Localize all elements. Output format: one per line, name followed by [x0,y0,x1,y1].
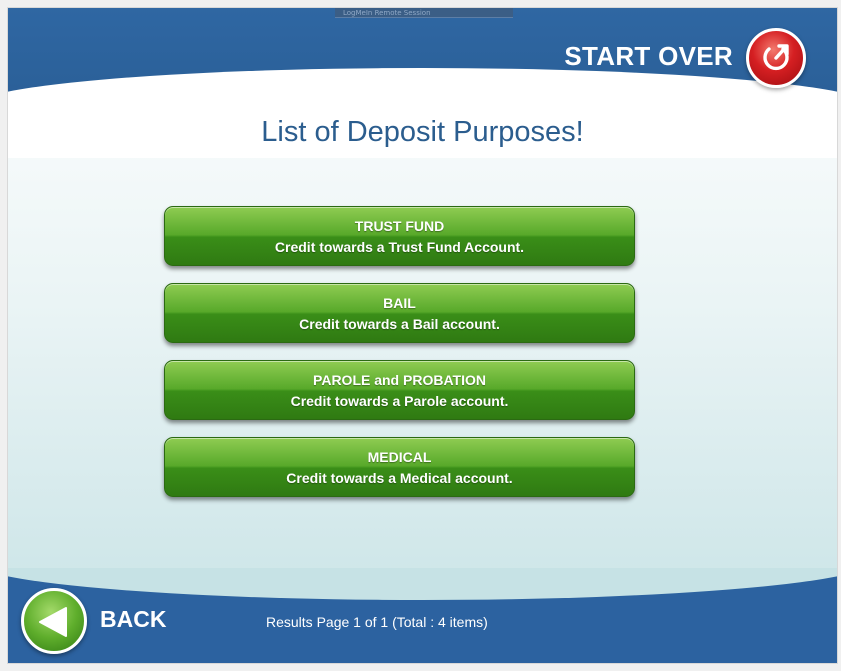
purpose-title: PAROLE and PROBATION [313,372,486,388]
start-over-button[interactable] [746,28,806,88]
purpose-title: BAIL [383,295,416,311]
purpose-description: Credit towards a Trust Fund Account. [274,239,525,255]
kiosk-screen: LogMeIn Remote Session START OVER List o… [8,8,837,663]
left-arrow-icon [39,607,67,637]
remote-session-bar: LogMeIn Remote Session [335,8,513,18]
start-over-label[interactable]: START OVER [564,41,733,72]
purpose-title: TRUST FUND [354,218,445,234]
purpose-title: MEDICAL [367,449,432,465]
results-status: Results Page 1 of 1 (Total : 4 items) [266,614,488,630]
purpose-parole-probation-button[interactable]: PAROLE and PROBATION Credit towards a Pa… [164,360,635,420]
purpose-medical-button[interactable]: MEDICAL Credit towards a Medical account… [164,437,635,497]
purpose-trust-fund-button[interactable]: TRUST FUND Credit towards a Trust Fund A… [164,206,635,266]
restart-icon [763,44,789,71]
footer-curve [8,568,837,600]
back-button[interactable] [21,588,87,654]
purpose-description: Credit towards a Medical account. [286,470,513,486]
purpose-description: Credit towards a Parole account. [290,393,509,409]
page-title: List of Deposit Purposes! [261,116,584,148]
purpose-bail-button[interactable]: BAIL Credit towards a Bail account. [164,283,635,343]
purpose-description: Credit towards a Bail account. [299,316,500,332]
back-label[interactable]: BACK [100,606,166,633]
